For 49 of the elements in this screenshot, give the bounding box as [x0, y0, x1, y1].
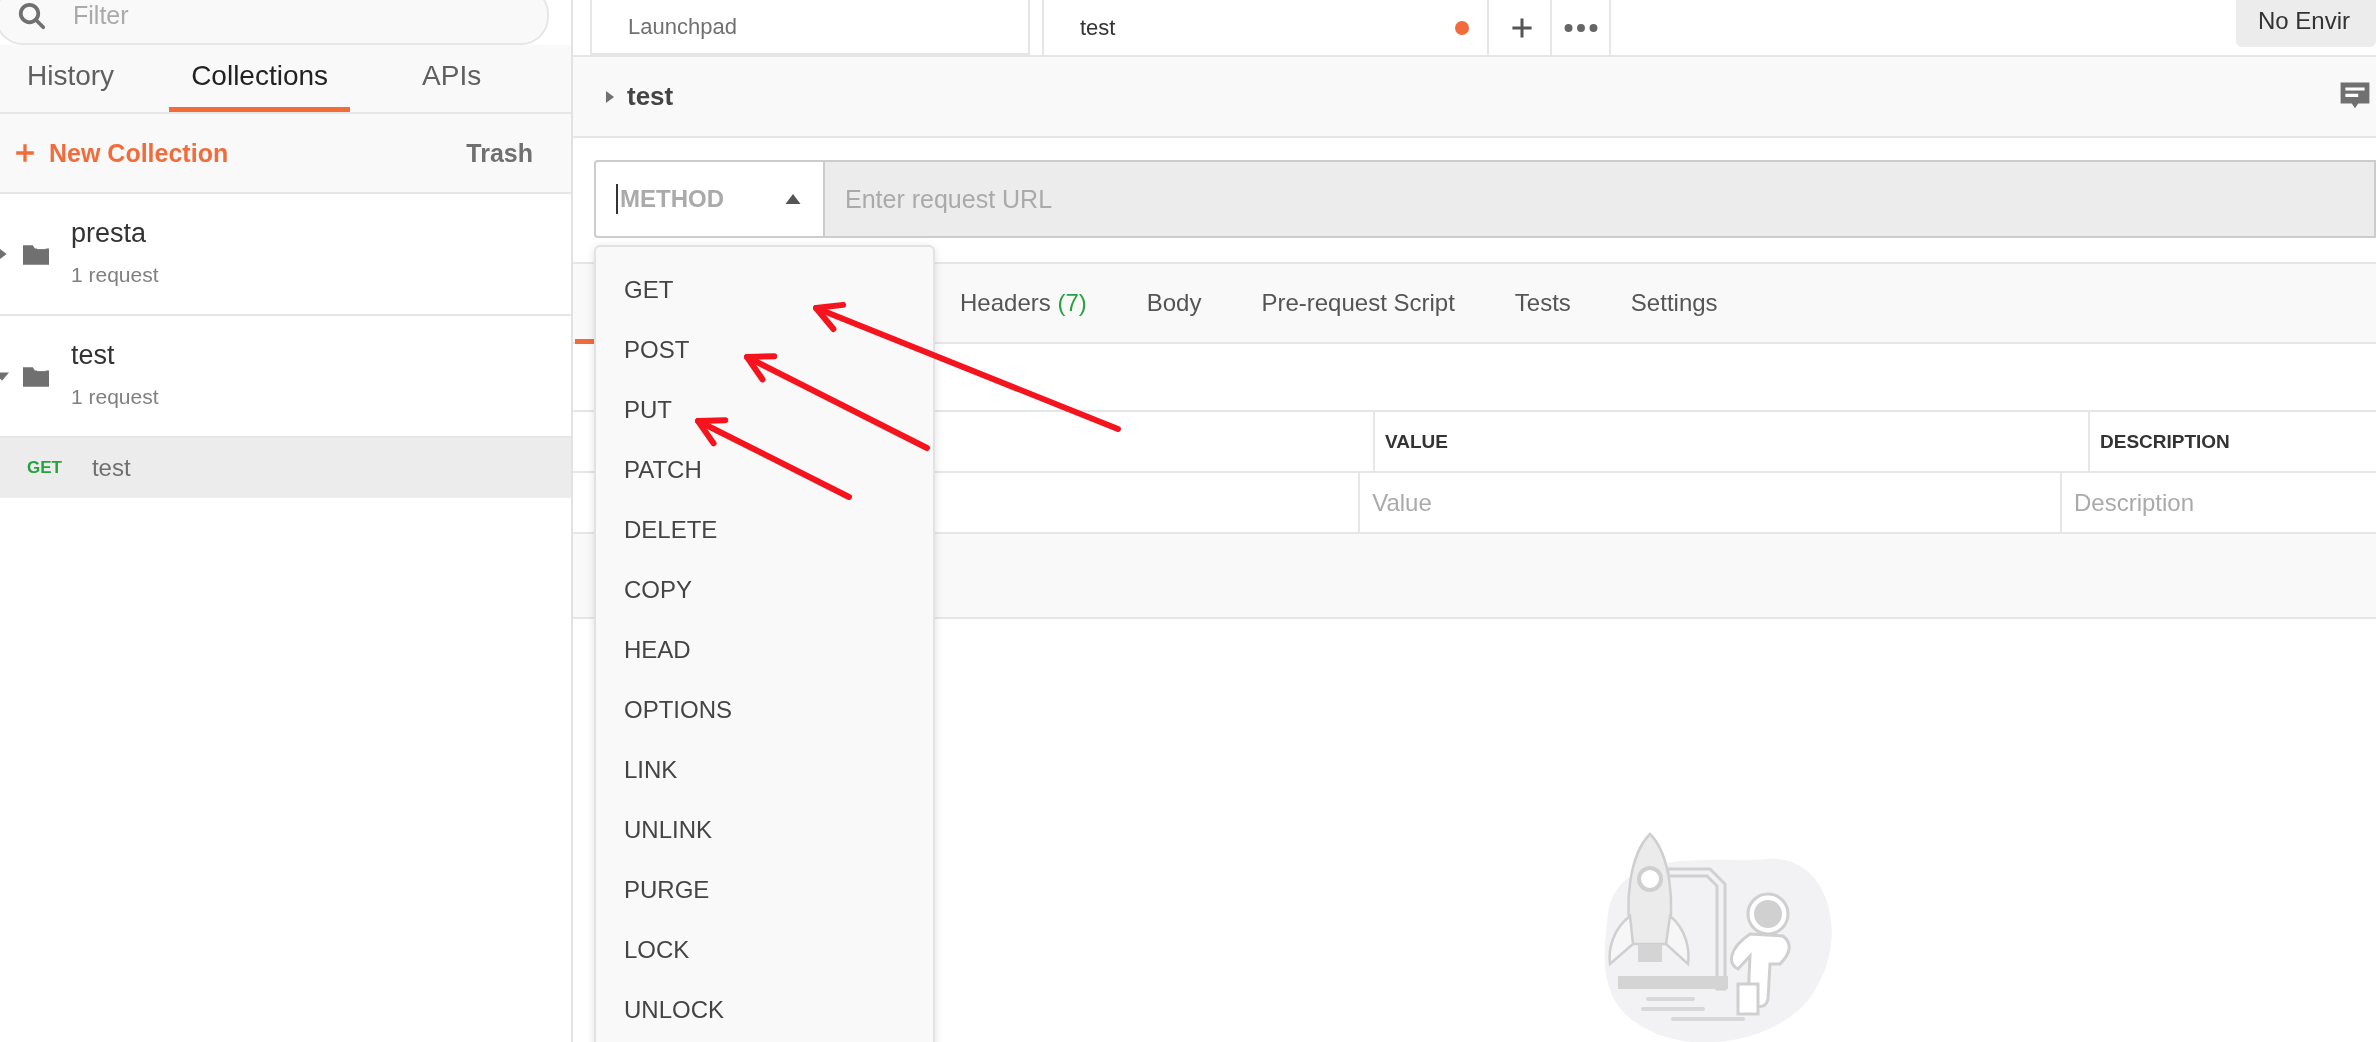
trash-button[interactable]: Trash	[466, 138, 533, 168]
method-option[interactable]: OPTIONS	[596, 680, 933, 740]
url-field[interactable]: Enter request URL	[825, 160, 2376, 238]
method-option[interactable]: DELETE	[596, 500, 933, 560]
collection-item[interactable]: presta 1 request	[0, 194, 571, 316]
request-tab[interactable]: Launchpad	[590, 0, 1030, 55]
method-option[interactable]: GET	[596, 260, 933, 320]
folder-icon	[23, 243, 49, 265]
method-option[interactable]: LINK	[596, 740, 933, 800]
environment-dropdown[interactable]: No Envir	[2236, 0, 2376, 47]
table-cell-field[interactable]: Value	[1370, 487, 1675, 518]
plus-icon	[14, 142, 36, 164]
plus-icon	[1509, 15, 1534, 40]
request-tab[interactable]: test	[1042, 0, 1489, 57]
method-option[interactable]: PUT	[596, 380, 933, 440]
method-option[interactable]: LOCK	[596, 920, 933, 980]
method-option[interactable]: UNLINK	[596, 800, 933, 860]
search-bar[interactable]: Filter	[0, 0, 549, 45]
request-section-tab[interactable]: Tests	[1514, 289, 1571, 317]
sidebar-tab[interactable]: History	[0, 45, 142, 112]
method-option[interactable]: POST	[596, 320, 933, 380]
method-option[interactable]: HEAD	[596, 620, 933, 680]
request-name: test	[91, 454, 131, 482]
request-count: 1 request	[71, 262, 159, 287]
method-label: GET	[27, 458, 62, 478]
more-icon	[1563, 22, 1598, 33]
caret-icon	[605, 89, 615, 104]
column-header: VALUE	[1385, 430, 1448, 453]
method-option[interactable]: PURGE	[596, 860, 933, 920]
collection-name: presta	[71, 217, 148, 249]
search-icon	[17, 0, 47, 31]
method-option[interactable]: COPY	[596, 560, 933, 620]
filter-field[interactable]: Filter	[71, 0, 375, 31]
column-header: DESCRIPTION	[2100, 430, 2230, 453]
method-option[interactable]: UNLOCK	[596, 980, 933, 1040]
method-input[interactable]: METHOD	[618, 184, 785, 214]
request-section-tab[interactable]: Pre-request Script	[1261, 289, 1455, 317]
method-option[interactable]: PATCH	[596, 440, 933, 500]
request-section-tab[interactable]: Headers (7)	[960, 289, 1087, 317]
request-title: test	[627, 81, 674, 112]
sidebar-tab[interactable]: APIs	[395, 45, 509, 112]
method-dropdown[interactable]: METHOD	[594, 160, 825, 238]
folder-icon	[23, 365, 49, 387]
table-cell-field[interactable]: Description	[2072, 487, 2376, 518]
request-item[interactable]: GET test	[0, 438, 571, 498]
request-section-tab[interactable]: Body	[1146, 289, 1202, 317]
request-section-tab[interactable]: Settings	[1630, 289, 1718, 317]
request-count: 1 request	[71, 384, 159, 409]
collection-name: test	[71, 339, 116, 371]
